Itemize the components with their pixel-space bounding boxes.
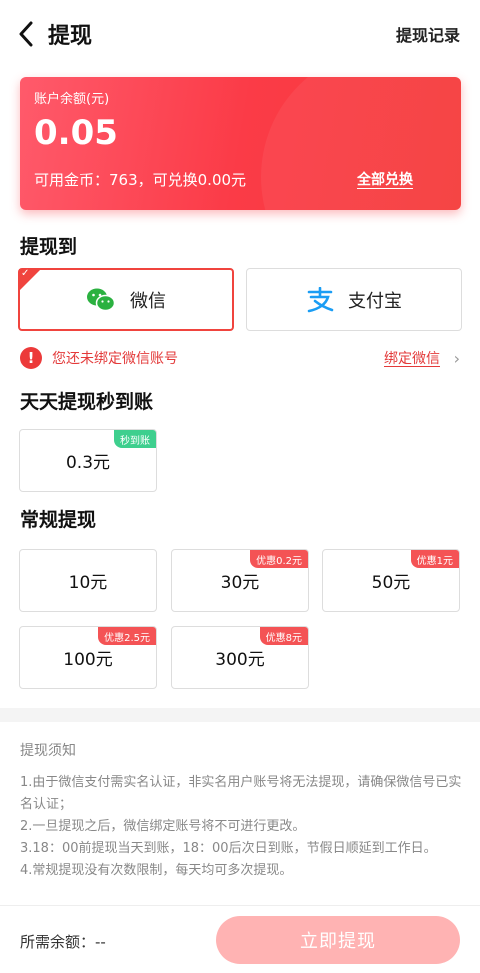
discount-tag: 优惠2.5元	[98, 627, 156, 645]
back-button[interactable]	[14, 20, 38, 48]
back-arrow-icon	[19, 21, 33, 47]
bind-wechat-link[interactable]: 绑定微信	[384, 348, 440, 368]
card-decoration	[261, 77, 461, 210]
balance-value: 0.05	[34, 113, 118, 153]
discount-tag: 优惠0.2元	[250, 550, 308, 568]
notice-line: 2.一旦提现之后，微信绑定账号将不可进行更改。	[20, 819, 306, 834]
amount-option[interactable]: 100元 优惠2.5元	[19, 626, 157, 689]
withdraw-notice: 提现须知 1.由于微信支付需实名认证，非实名用户账号将无法提现，请确保微信号已实…	[20, 740, 462, 882]
wechat-icon	[87, 288, 116, 311]
alipay-icon	[307, 286, 334, 312]
amount-value: 300元	[215, 650, 265, 670]
balance-card: 账户余额(元) 0.05 可用金币：763，可兑换0.00元 全部兑换	[20, 77, 461, 210]
check-icon: ✓	[21, 268, 30, 279]
withdraw-now-button[interactable]: 立即提现	[216, 916, 460, 964]
regular-withdraw-title: 常规提现	[20, 509, 97, 531]
discount-tag: 优惠8元	[259, 627, 308, 645]
notice-line: 4.常规提现没有次数限制，每天均可多次提现。	[20, 863, 293, 878]
coin-info: 可用金币：763，可兑换0.00元	[34, 171, 247, 189]
amount-option[interactable]: 300元 优惠8元	[171, 626, 309, 689]
method-label: 支付宝	[348, 290, 402, 312]
required-balance: 所需余额：--	[20, 933, 106, 951]
amount-option[interactable]: 50元 优惠1元	[322, 549, 460, 612]
convert-all-button[interactable]: 全部兑换	[357, 169, 413, 189]
amount-value: 50元	[371, 573, 411, 593]
warning-text: 您还未绑定微信账号	[52, 351, 178, 367]
method-wechat[interactable]: ✓ 微信	[18, 268, 234, 331]
balance-label: 账户余额(元)	[34, 92, 110, 107]
section-divider	[0, 708, 480, 722]
withdraw-history-link[interactable]: 提现记录	[396, 22, 460, 46]
amount-value: 10元	[68, 573, 108, 593]
chevron-right-icon: ›	[453, 348, 460, 368]
instant-withdraw-title: 天天提现秒到账	[20, 391, 154, 413]
amount-value: 100元	[63, 650, 113, 670]
amount-option[interactable]: 10元	[19, 549, 157, 612]
amount-value: 0.3元	[65, 453, 111, 473]
amount-value: 30元	[220, 573, 260, 593]
top-bar: 提现 提现记录	[0, 0, 480, 66]
method-alipay[interactable]: 支付宝	[246, 268, 462, 331]
amount-option[interactable]: 0.3元 秒到账	[19, 429, 157, 492]
notice-title: 提现须知	[20, 743, 76, 759]
amount-option[interactable]: 30元 优惠0.2元	[171, 549, 309, 612]
withdraw-to-title: 提现到	[20, 236, 78, 258]
notice-line: 3.18：00前提现当天到账，18：00后次日到账，节假日顺延到工作日。	[20, 841, 437, 856]
bind-warning: ! 您还未绑定微信账号 绑定微信 ›	[20, 346, 462, 370]
discount-tag: 优惠1元	[410, 550, 459, 568]
instant-tag: 秒到账	[114, 430, 156, 448]
page-title: 提现	[48, 24, 93, 49]
method-label: 微信	[130, 290, 166, 312]
warning-icon: !	[20, 347, 42, 369]
notice-line: 1.由于微信支付需实名认证，非实名用户账号将无法提现，请确保微信号已实名认证；	[20, 775, 462, 812]
bottom-bar: 所需余额：-- 立即提现	[0, 905, 480, 973]
